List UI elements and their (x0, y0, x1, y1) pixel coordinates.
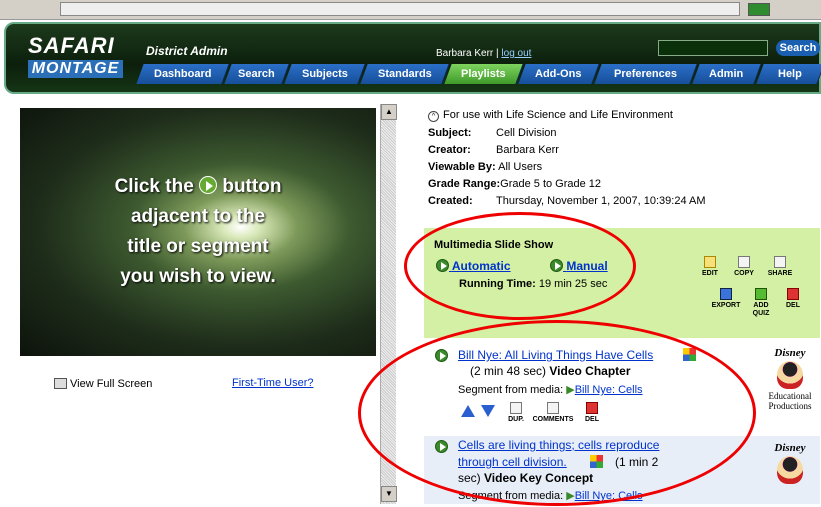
video-instructions: Click the button adjacent to the title o… (114, 176, 282, 287)
slideshow-title: Multimedia Slide Show (434, 239, 554, 251)
nav-dashboard[interactable]: Dashboard (136, 64, 230, 84)
media-link[interactable]: Bill Nye: Cells (575, 490, 643, 502)
delete-icon (586, 402, 598, 414)
item-title-link-cont[interactable]: through cell division. (458, 455, 567, 469)
playlist-item: Bill Nye: All Living Things Have Cells (… (424, 343, 820, 435)
scroll-up-arrow-icon[interactable]: ▲ (381, 104, 397, 120)
running-time: Running Time: 19 min 25 sec (459, 278, 608, 290)
share-icon (774, 256, 786, 268)
subject-value: Cell Division (496, 127, 557, 139)
manual-link[interactable]: Manual (550, 259, 608, 273)
created-value: Thursday, November 1, 2007, 10:39:24 AM (496, 195, 706, 207)
mickey-icon (777, 456, 803, 484)
item-title-link[interactable]: Cells are living things; cells reproduce (458, 438, 659, 452)
disney-logo: Disney Educational Productions (768, 347, 812, 411)
play-icon[interactable] (550, 259, 563, 272)
playlist-note: For use with Life Science and Life Envir… (443, 109, 673, 121)
nav-subjects[interactable]: Subjects (284, 64, 366, 84)
export-icon (720, 288, 732, 300)
search-button[interactable]: Search (776, 40, 820, 56)
search-input[interactable] (658, 40, 768, 56)
windows-icon (683, 348, 696, 361)
main-nav: Dashboard Search Subjects Standards Play… (136, 64, 821, 84)
address-bar[interactable] (60, 2, 740, 16)
user-info: Barbara Kerr | log out (436, 48, 531, 59)
comments-button[interactable]: COMMENTS (530, 402, 576, 424)
creator-value: Barbara Kerr (496, 144, 559, 156)
move-down-icon[interactable] (481, 405, 495, 417)
share-button[interactable]: SHARE (762, 256, 798, 278)
play-icon[interactable] (435, 440, 448, 453)
automatic-link[interactable]: Automatic (436, 259, 511, 273)
separator: | (496, 48, 499, 59)
nav-playlists[interactable]: Playlists (444, 64, 524, 84)
first-time-user-link[interactable]: First-Time User? (232, 377, 313, 389)
nav-preferences[interactable]: Preferences (594, 64, 698, 84)
logout-link[interactable]: log out (501, 48, 531, 59)
disney-logo: Disney (762, 442, 818, 486)
duplicate-button[interactable]: DUP. (502, 402, 530, 424)
edit-button[interactable]: EDIT (692, 256, 728, 278)
move-up-icon[interactable] (461, 405, 475, 417)
scroll-down-arrow-icon[interactable]: ▼ (381, 486, 397, 502)
duplicate-icon (510, 402, 522, 414)
view-full-screen-link[interactable]: View Full Screen (54, 378, 152, 390)
export-button[interactable]: EXPORT (708, 288, 744, 310)
nav-help[interactable]: Help (756, 64, 821, 84)
add-quiz-button[interactable]: ADD QUIZ (748, 288, 774, 318)
nav-add-ons[interactable]: Add-Ons (518, 64, 600, 84)
add-quiz-icon (755, 288, 767, 300)
play-icon[interactable] (435, 349, 448, 362)
collapse-icon[interactable]: ^ (428, 111, 439, 122)
scrollbar[interactable]: ▲ ▼ (380, 104, 397, 504)
play-icon (199, 176, 218, 194)
nav-standards[interactable]: Standards (360, 64, 450, 84)
play-small-icon: ▶ (566, 490, 575, 502)
edit-icon (704, 256, 716, 268)
go-button[interactable] (748, 3, 770, 16)
copy-button[interactable]: COPY (726, 256, 762, 278)
mickey-icon (777, 361, 803, 389)
item-title-link[interactable]: Bill Nye: All Living Things Have Cells (458, 348, 653, 362)
playlist-info: ^ For use with Life Science and Life Envi… (428, 109, 706, 207)
nav-admin[interactable]: Admin (692, 64, 762, 84)
nav-search[interactable]: Search (224, 64, 290, 84)
play-icon[interactable] (436, 259, 449, 272)
district-label: District Admin (146, 44, 228, 58)
page: SAFARI MONTAGE District Admin Barbara Ke… (0, 0, 821, 507)
logo-safari: SAFARI (28, 33, 115, 58)
windows-icon (590, 455, 603, 468)
delete-item-button[interactable]: DEL (578, 402, 606, 424)
play-small-icon: ▶ (566, 384, 575, 396)
delete-icon (787, 288, 799, 300)
fullscreen-icon (54, 378, 67, 389)
delete-button[interactable]: DEL (778, 288, 808, 310)
copy-icon (738, 256, 750, 268)
logo-montage: MONTAGE (28, 60, 123, 78)
comments-icon (547, 402, 559, 414)
user-name: Barbara Kerr (436, 48, 494, 59)
viewable-value: All Users (498, 161, 543, 173)
playlist-item: Cells are living things; cells reproduce… (424, 436, 820, 504)
grade-value: Grade 5 to Grade 12 (500, 178, 602, 190)
media-link[interactable]: Bill Nye: Cells (575, 384, 643, 396)
